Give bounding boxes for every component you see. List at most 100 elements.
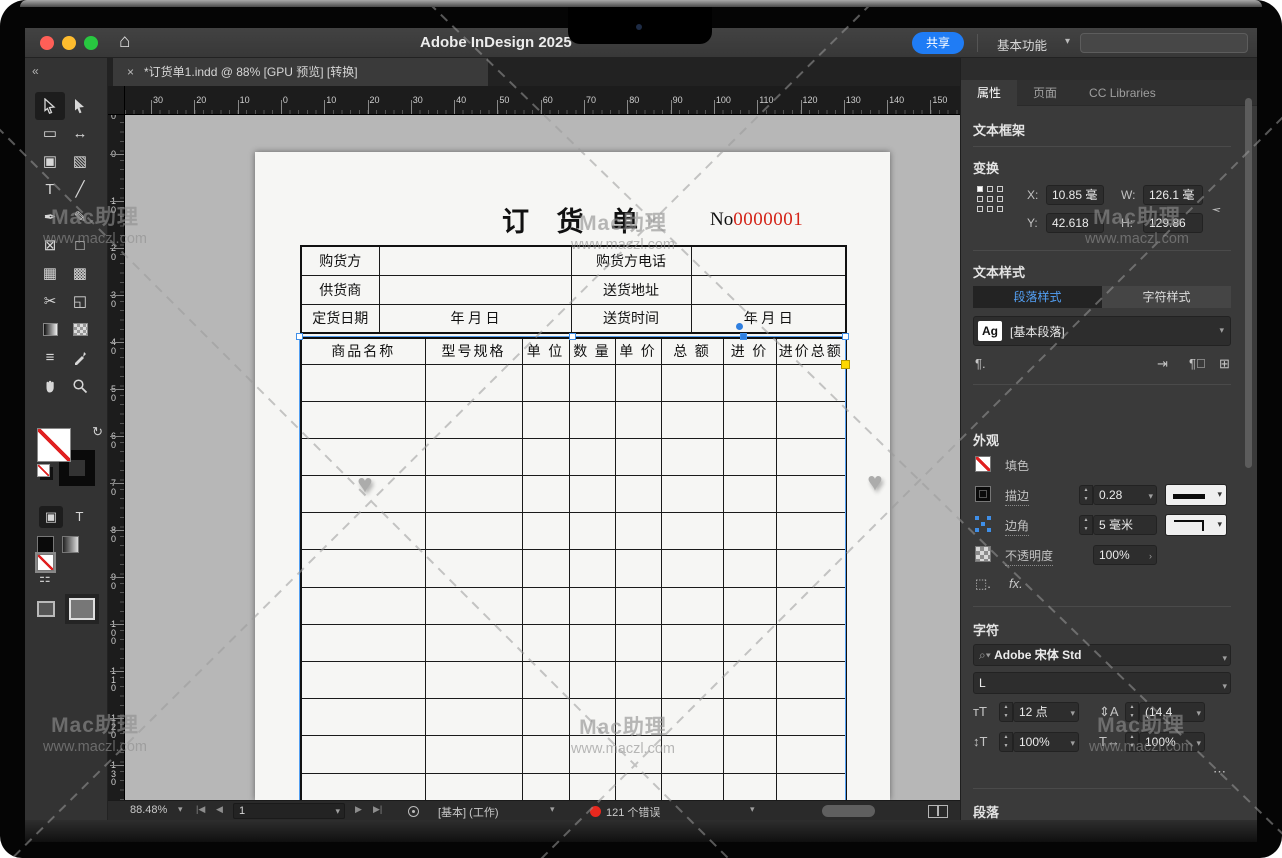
h-field[interactable]: 129.86 [1143, 213, 1203, 233]
frame-fitting-icon[interactable]: ⬚. [975, 576, 991, 592]
tab-properties[interactable]: 属性 [961, 80, 1017, 106]
type-tool[interactable]: T [35, 176, 65, 204]
content-placer-tool[interactable]: ▧ [65, 148, 95, 176]
search-input[interactable] [1080, 33, 1248, 53]
paragraph-styles-tab[interactable]: 段落样式 [973, 286, 1102, 308]
corner-stepper[interactable]: ▲▼ [1079, 515, 1093, 535]
corner-label[interactable]: 边角 [1005, 517, 1029, 536]
default-fill-stroke-icon[interactable] [37, 464, 50, 477]
corner-value-field[interactable]: 5 毫米 [1093, 515, 1157, 535]
document-page[interactable]: 订 货 单 No0000001 购货方购货方电话供货商送货地址定货日期年 月 日… [255, 152, 890, 800]
gradient-feather-tool[interactable] [65, 316, 95, 344]
constrain-proportions-icon[interactable]: ⦟ [1210, 197, 1224, 216]
font-size-field[interactable]: 12 点▾ [1013, 702, 1079, 722]
x-field[interactable]: 10.85 毫 [1046, 185, 1104, 205]
normal-screen-mode-button[interactable] [37, 601, 55, 617]
font-style-select[interactable]: L▾ [973, 672, 1231, 694]
stroke-label[interactable]: 描边 [1005, 487, 1029, 506]
hand-tool[interactable] [35, 372, 65, 400]
apply-color-button[interactable] [37, 536, 54, 553]
home-icon[interactable]: ⌂ [119, 31, 130, 53]
document-tab[interactable]: ×*订货单1.indd @ 88% [GPU 预览] [转换] [113, 58, 488, 86]
y-field[interactable]: 42.618 [1046, 213, 1104, 233]
corner-style-select[interactable]: ▾ [1165, 514, 1227, 536]
zoom-tool[interactable] [65, 372, 95, 400]
opacity-label[interactable]: 不透明度 [1005, 547, 1053, 566]
share-button[interactable]: 共享 [912, 32, 964, 54]
character-styles-tab[interactable]: 字符样式 [1102, 286, 1231, 308]
formatting-affects-text-button[interactable]: T [67, 506, 91, 528]
gap-tool[interactable]: ↔ [65, 120, 95, 148]
error-count[interactable]: 121 个错误 [606, 804, 660, 820]
opacity-field[interactable]: 100%› [1093, 545, 1157, 565]
stroke-weight-stepper[interactable]: ▲▼ [1079, 485, 1093, 505]
horizontal-scrollbar-thumb[interactable] [822, 805, 875, 817]
new-style-icon[interactable]: ⊞ [1219, 356, 1230, 372]
last-page-button[interactable]: ▶| [373, 804, 382, 815]
workspace-menu[interactable]: 基本功能 [997, 35, 1047, 54]
leading-stepper[interactable]: ▲▼ [1125, 702, 1139, 722]
tab-cc-libraries[interactable]: CC Libraries [1073, 80, 1172, 106]
font-size-stepper[interactable]: ▲▼ [999, 702, 1013, 722]
minimize-window-button[interactable] [62, 36, 76, 50]
pencil-tool[interactable]: ✎ [65, 204, 95, 232]
gradient-swatch-tool[interactable] [35, 316, 65, 344]
content-collector-tool[interactable]: ▣ [35, 148, 65, 176]
formatting-affects-container-button[interactable]: ▣ [39, 506, 63, 528]
rectangle-frame-tool[interactable]: ⊠ [35, 232, 65, 260]
font-family-select[interactable]: ⌕▾ Adobe 宋体 Std▾ [973, 644, 1231, 666]
vertical-scale-field[interactable]: 100%▾ [1013, 732, 1079, 752]
vertical-grid-tool[interactable]: ▩ [65, 260, 95, 288]
stroke-weight-field[interactable]: 0.28▾ [1093, 485, 1157, 505]
collapse-tools-icon[interactable]: « [32, 64, 38, 78]
apply-none-button[interactable] [37, 554, 54, 571]
leading-field[interactable]: (14.4▾ [1139, 702, 1205, 722]
next-page-button[interactable]: ▶ [355, 804, 362, 815]
canvas-pasteboard[interactable]: 订 货 单 No0000001 购货方购货方电话供货商送货地址定货日期年 月 日… [125, 115, 960, 800]
previous-page-button[interactable]: ◀ [216, 804, 223, 815]
horizontal-scale-stepper[interactable]: ▲▼ [1125, 732, 1139, 752]
swap-fill-stroke-icon[interactable]: ↻ [92, 424, 103, 440]
fill-color-swatch[interactable] [975, 456, 991, 472]
rectangle-tool[interactable]: □ [65, 232, 95, 260]
horizontal-ruler[interactable]: 3020100102030405060708090100110120130140… [125, 86, 960, 115]
stroke-color-swatch[interactable] [975, 486, 991, 502]
page-tool[interactable]: ▭ [35, 120, 65, 148]
reference-point-proxy[interactable] [977, 186, 1003, 212]
preflight-icon[interactable] [408, 806, 419, 817]
text-inport-dot[interactable] [736, 323, 743, 330]
paragraph-mark-icon[interactable]: ¶. [975, 356, 986, 371]
paragraph-style-select[interactable]: Ag [基本段落] ▾ [973, 316, 1231, 346]
spread-view-icon[interactable] [928, 805, 948, 818]
more-options-icon[interactable]: ⋯ [1213, 764, 1226, 780]
selection-handle[interactable] [842, 333, 849, 340]
vertical-scale-stepper[interactable]: ▲▼ [999, 732, 1013, 752]
clear-overrides-icon[interactable]: ¶⃠ [1189, 356, 1206, 371]
selection-handle[interactable] [569, 333, 576, 340]
preflight-chevron-icon[interactable]: ▾ [550, 804, 555, 815]
vertical-ruler[interactable]: 1 001 02 03 04 05 06 07 08 09 01 0 01 1 … [108, 115, 125, 800]
w-field[interactable]: 126.1 毫 [1143, 185, 1203, 205]
scissors-tool[interactable]: ✂ [35, 288, 65, 316]
selection-handle-active[interactable] [740, 333, 747, 340]
tab-pages[interactable]: 页面 [1017, 80, 1073, 106]
redefine-style-icon[interactable]: ⇥ [1157, 356, 1168, 372]
line-tool[interactable]: ╱ [65, 176, 95, 204]
preview-screen-mode-button[interactable] [69, 598, 95, 620]
free-transform-tool[interactable]: ◱ [65, 288, 95, 316]
first-page-button[interactable]: |◀ [196, 804, 205, 815]
effects-icon[interactable]: fx. [1009, 576, 1023, 591]
close-window-button[interactable] [40, 36, 54, 50]
ruler-origin[interactable] [108, 86, 125, 115]
stroke-style-select[interactable]: ▾ [1165, 484, 1227, 506]
corner-options-handle[interactable] [841, 360, 850, 369]
eyedropper-tool[interactable] [65, 344, 95, 372]
close-tab-icon[interactable]: × [127, 65, 134, 79]
error-chevron-icon[interactable]: ▾ [750, 804, 755, 815]
fill-swatch-none[interactable] [37, 428, 71, 462]
zoom-chevron-icon[interactable]: ▾ [178, 804, 183, 815]
zoom-level[interactable]: 88.48% [130, 804, 167, 816]
direct-selection-tool[interactable] [65, 92, 95, 120]
panel-scrollbar-thumb[interactable] [1245, 98, 1252, 468]
page-number-field[interactable]: 1▾ [233, 803, 345, 819]
